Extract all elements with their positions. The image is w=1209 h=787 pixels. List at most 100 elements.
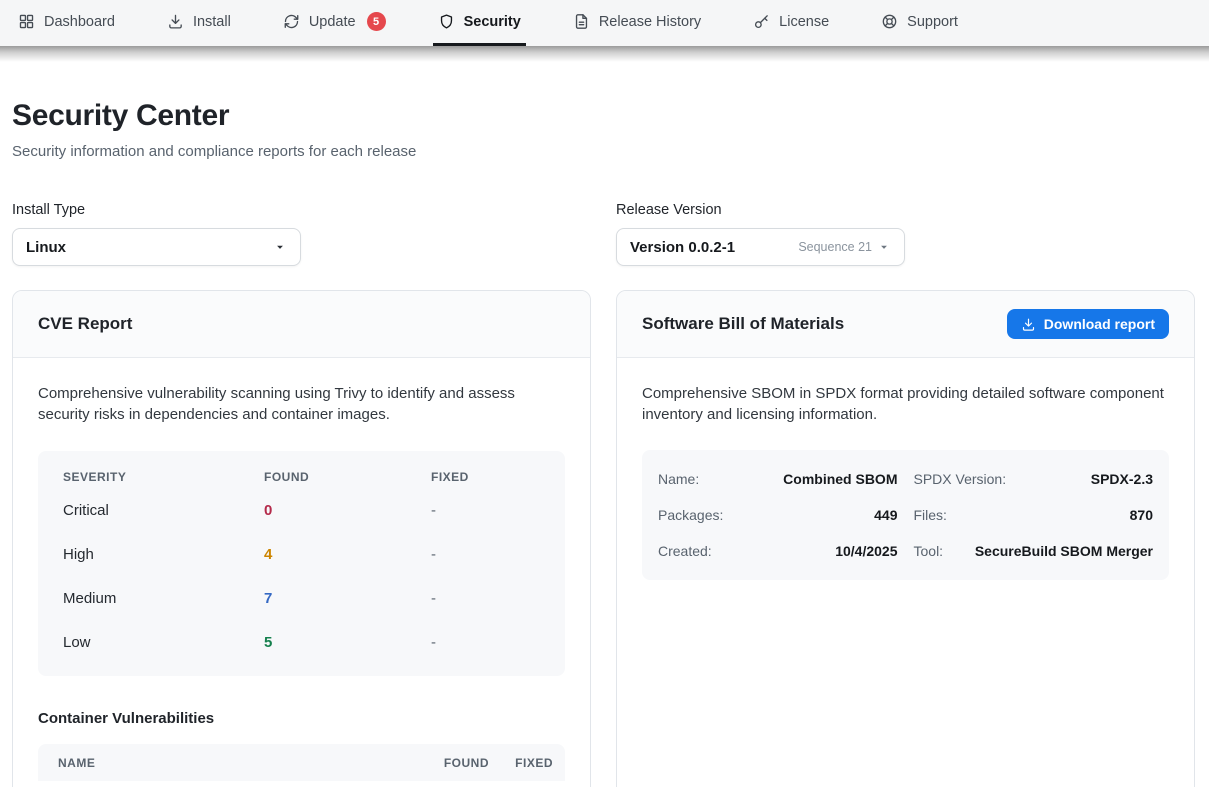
release-version-select[interactable]: Version 0.0.2-1 Sequence 21 xyxy=(616,228,905,266)
nav-item-label: Update xyxy=(309,14,356,30)
download-icon xyxy=(1021,317,1036,332)
nav-item-license[interactable]: License xyxy=(748,0,834,46)
severity-table: SEVERITY FOUND FIXED Critical 0 - xyxy=(38,451,565,676)
fixed-header-cell: FIXED xyxy=(431,470,540,484)
found-count: 7 xyxy=(264,590,431,607)
install-type-select[interactable]: Linux xyxy=(12,228,301,266)
release-version-label: Release Version xyxy=(616,202,1195,218)
sbom-detail-item: Tool: SecureBuild SBOM Merger xyxy=(914,533,1154,569)
nav-item-update[interactable]: Update 5 xyxy=(278,0,391,46)
fixed-count: - xyxy=(431,590,540,607)
page-title: Security Center xyxy=(12,98,1195,134)
sbom-detail-value: 870 xyxy=(1122,507,1153,523)
severity-name: High xyxy=(63,546,264,563)
nav-item-label: Dashboard xyxy=(44,14,115,30)
header-shadow-divider xyxy=(0,46,1209,62)
sbom-detail-item: Created: 10/4/2025 xyxy=(658,533,898,569)
nav-item-label: Support xyxy=(907,14,958,30)
cve-card-body: Comprehensive vulnerability scanning usi… xyxy=(13,358,590,787)
screen: Dashboard Install Update 5 Security Rele… xyxy=(0,0,1209,787)
sbom-detail-label: Files: xyxy=(914,507,947,523)
sbom-detail-label: Tool: xyxy=(914,543,944,559)
release-version-value: Version 0.0.2-1 xyxy=(630,239,735,256)
nav-item-support[interactable]: Support xyxy=(876,0,963,46)
sbom-detail-value: 449 xyxy=(866,507,897,523)
sbom-card-body: Comprehensive SBOM in SPDX format provid… xyxy=(617,358,1194,787)
shield-icon xyxy=(438,13,455,30)
sbom-detail-item: Files: 870 xyxy=(914,497,1154,533)
severity-name: Low xyxy=(63,634,264,651)
nav-item-label: Security xyxy=(464,14,521,30)
container-vulnerabilities-table: NAME FOUND FIXED xyxy=(38,744,565,781)
sbom-detail-value: Combined SBOM xyxy=(775,471,897,487)
key-icon xyxy=(753,13,770,30)
nav-item-label: License xyxy=(779,14,829,30)
cve-card-header: CVE Report xyxy=(13,291,590,358)
found-count: 0 xyxy=(264,502,431,519)
chevron-down-icon xyxy=(273,240,287,254)
release-sequence-text: Sequence 21 xyxy=(798,240,872,254)
severity-header-cell: SEVERITY xyxy=(63,470,264,484)
top-navigation: Dashboard Install Update 5 Security Rele… xyxy=(0,0,1209,46)
life-buoy-icon xyxy=(881,13,898,30)
sbom-details: Name: Combined SBOM SPDX Version: SPDX-2… xyxy=(642,450,1169,580)
found-count: 4 xyxy=(264,546,431,563)
file-text-icon xyxy=(573,13,590,30)
sbom-description: Comprehensive SBOM in SPDX format provid… xyxy=(642,383,1169,425)
sbom-detail-value: 10/4/2025 xyxy=(827,543,897,559)
download-icon xyxy=(167,13,184,30)
cve-card-title: CVE Report xyxy=(38,314,132,334)
table-row: Medium 7 - xyxy=(63,576,540,620)
cve-report-card: CVE Report Comprehensive vulnerability s… xyxy=(12,290,591,787)
cve-description: Comprehensive vulnerability scanning usi… xyxy=(38,383,565,425)
severity-name: Medium xyxy=(63,590,264,607)
fixed-count: - xyxy=(431,546,540,563)
sbom-detail-label: SPDX Version: xyxy=(914,471,1007,487)
download-report-label: Download report xyxy=(1044,316,1155,332)
nav-item-install[interactable]: Install xyxy=(162,0,236,46)
chevron-down-icon xyxy=(877,240,891,254)
dashboard-grid-icon xyxy=(18,13,35,30)
sbom-detail-value: SecureBuild SBOM Merger xyxy=(967,543,1153,559)
sbom-detail-item: Packages: 449 xyxy=(658,497,898,533)
severity-name: Critical xyxy=(63,502,264,519)
fixed-header-cell: FIXED xyxy=(489,756,553,770)
report-cards: CVE Report Comprehensive vulnerability s… xyxy=(12,290,1195,787)
found-count: 5 xyxy=(264,634,431,651)
sbom-card: Software Bill of Materials Download repo… xyxy=(616,290,1195,787)
found-header-cell: FOUND xyxy=(264,470,431,484)
filters-row: Install Type Linux Release Version Versi… xyxy=(12,202,1195,266)
table-row: Low 5 - xyxy=(63,620,540,664)
notification-count-badge: 5 xyxy=(367,12,386,31)
found-header-cell: FOUND xyxy=(409,756,489,770)
page-subtitle: Security information and compliance repo… xyxy=(12,141,1195,162)
severity-rows: Critical 0 - High 4 - Medium 7 xyxy=(63,488,540,664)
nav-item-security[interactable]: Security xyxy=(433,0,526,46)
nav-item-dashboard[interactable]: Dashboard xyxy=(13,0,120,46)
table-row: High 4 - xyxy=(63,532,540,576)
install-type-label: Install Type xyxy=(12,202,591,218)
install-type-group: Install Type Linux xyxy=(12,202,591,266)
fixed-count: - xyxy=(431,634,540,651)
container-vulnerabilities-header: NAME FOUND FIXED xyxy=(38,744,565,781)
sbom-card-header: Software Bill of Materials Download repo… xyxy=(617,291,1194,358)
name-header-cell: NAME xyxy=(58,756,409,770)
install-type-value: Linux xyxy=(26,239,66,256)
sbom-detail-item: Name: Combined SBOM xyxy=(658,461,898,497)
container-vulnerabilities-title: Container Vulnerabilities xyxy=(38,710,565,727)
sbom-card-title: Software Bill of Materials xyxy=(642,314,844,334)
fixed-count: - xyxy=(431,502,540,519)
sbom-detail-label: Packages: xyxy=(658,507,723,523)
nav-item-label: Install xyxy=(193,14,231,30)
sbom-detail-label: Created: xyxy=(658,543,712,559)
sbom-detail-label: Name: xyxy=(658,471,699,487)
release-version-group: Release Version Version 0.0.2-1 Sequence… xyxy=(616,202,1195,266)
table-row: Critical 0 - xyxy=(63,488,540,532)
severity-table-header: SEVERITY FOUND FIXED xyxy=(63,470,540,488)
refresh-icon xyxy=(283,13,300,30)
page-content: Security Center Security information and… xyxy=(0,98,1209,787)
download-report-button[interactable]: Download report xyxy=(1007,309,1169,339)
sbom-detail-item: SPDX Version: SPDX-2.3 xyxy=(914,461,1154,497)
nav-item-label: Release History xyxy=(599,14,701,30)
nav-item-release-history[interactable]: Release History xyxy=(568,0,706,46)
